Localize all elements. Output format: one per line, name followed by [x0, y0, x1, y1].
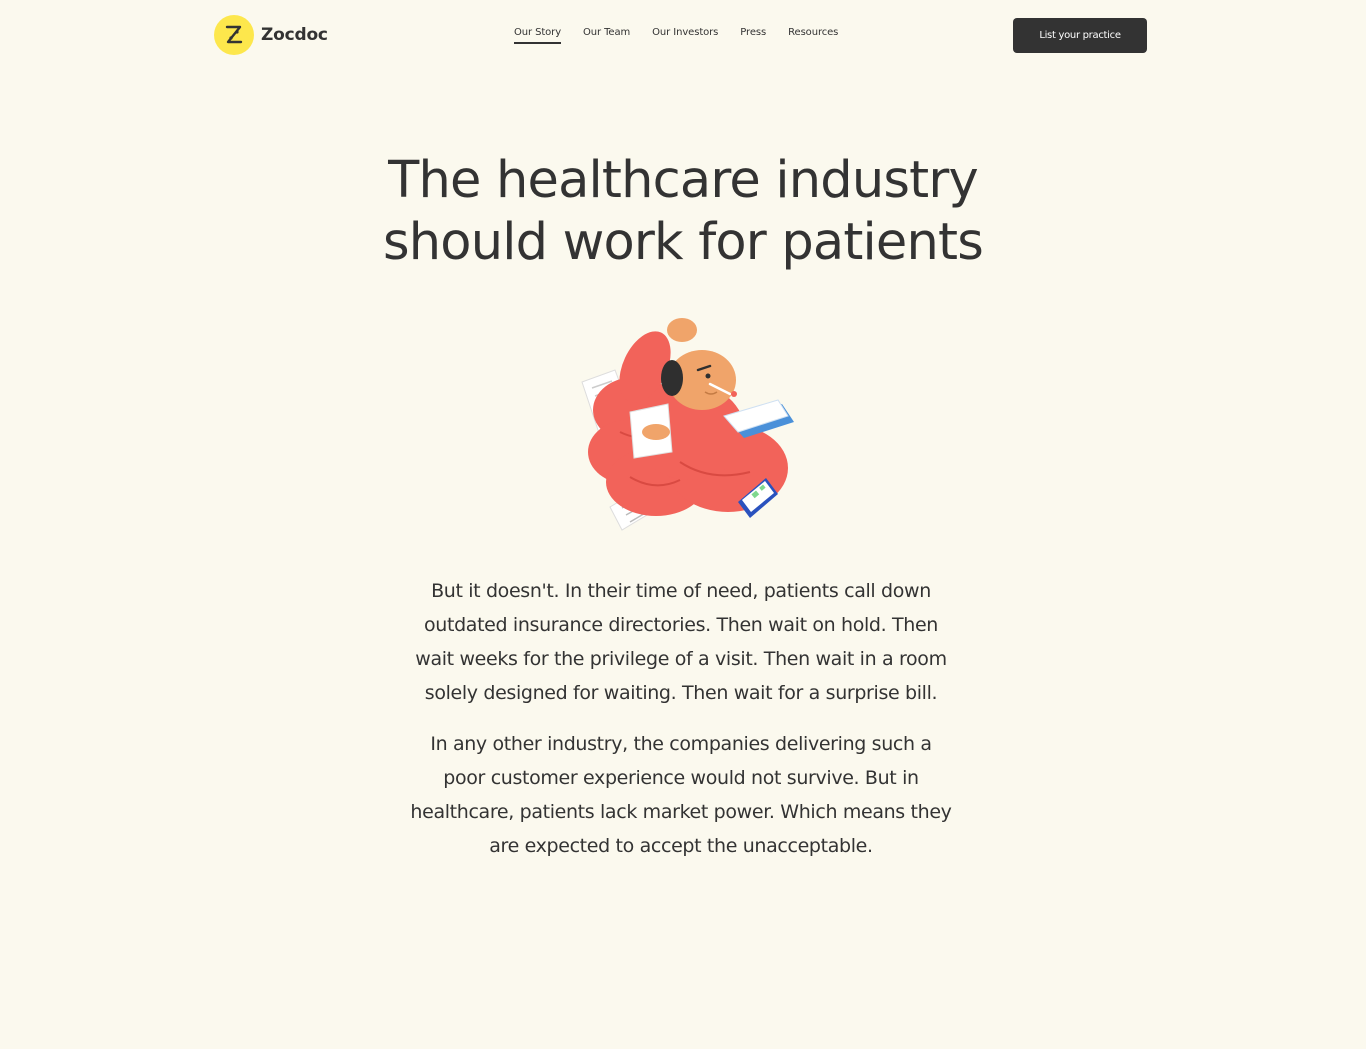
hand-left-shape [642, 424, 670, 440]
main-nav: Our Story Our Team Our Investors Press R… [514, 27, 838, 44]
site-header: Zocdoc Our Story Our Team Our Investors … [0, 0, 1366, 72]
logo-wordmark: Zocdoc [261, 25, 328, 45]
page: Zocdoc Our Story Our Team Our Investors … [0, 0, 1366, 1049]
hand-shape [667, 318, 697, 342]
story-paragraph-1: But it doesn't. In their time of need, p… [415, 580, 947, 704]
list-your-practice-button[interactable]: List your practice [1013, 18, 1147, 53]
frustrated-patient-illustration [560, 312, 806, 538]
nav-our-team[interactable]: Our Team [583, 27, 630, 44]
logo-link[interactable]: Zocdoc [214, 15, 328, 55]
nav-press[interactable]: Press [740, 27, 766, 44]
story-copy: But it doesn't. In their time of need, p… [408, 574, 954, 863]
story-paragraph-2: In any other industry, the companies del… [410, 733, 952, 857]
nav-our-investors[interactable]: Our Investors [652, 27, 718, 44]
hero-headline: The healthcare industry should work for … [0, 150, 1366, 274]
hero-headline-line-1: The healthcare industry [388, 151, 979, 210]
nav-resources[interactable]: Resources [788, 27, 838, 44]
hero-headline-line-2: should work for patients [383, 213, 984, 272]
zocdoc-logo-icon [214, 15, 254, 55]
nav-our-story[interactable]: Our Story [514, 27, 561, 44]
